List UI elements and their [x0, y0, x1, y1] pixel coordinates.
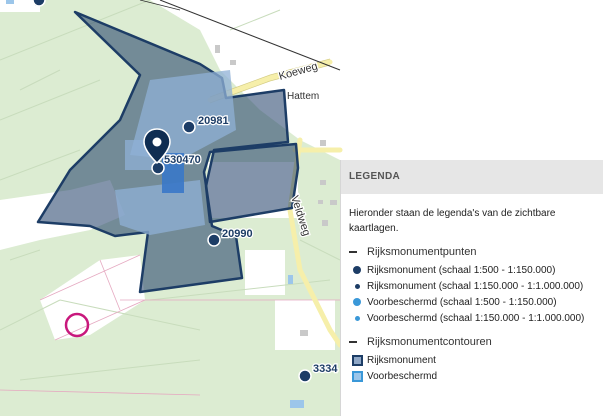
- legend-intro: Hieronder staan de legenda's van de zich…: [349, 208, 556, 234]
- legend-item-label: Rijksmonument (schaal 1:500 - 1:150.000): [367, 264, 556, 276]
- square-outline-icon: [351, 354, 363, 366]
- legend-item: Voorbeschermd: [341, 368, 603, 384]
- legend-item-label: Rijksmonument (schaal 1:150.000 - 1:1.00…: [367, 280, 584, 292]
- legend-item: Rijksmonument (schaal 1:150.000 - 1:1.00…: [341, 278, 603, 294]
- square-dashed-icon: [351, 370, 363, 382]
- legend-item: Rijksmonument: [341, 352, 603, 368]
- legend-title: LEGENDA: [341, 160, 603, 194]
- legend-item-label: Rijksmonument: [367, 354, 436, 366]
- legend-item: Voorbeschermd (schaal 1:500 - 1:150.000): [341, 294, 603, 310]
- legend-section-contours[interactable]: Rijksmonumentcontouren: [341, 326, 603, 352]
- dot-small-icon: [354, 315, 360, 321]
- dot-small-icon: [354, 283, 360, 289]
- legend-section-points[interactable]: Rijksmonumentpunten: [341, 236, 603, 262]
- collapse-icon[interactable]: [349, 341, 357, 343]
- place-label-hattem: Hattem: [287, 91, 319, 102]
- monument-label: 20981: [198, 115, 229, 127]
- dot-large-icon: [353, 298, 361, 306]
- legend-panel: LEGENDA Hieronder staan de legenda's van…: [340, 160, 603, 416]
- legend-item-label: Voorbeschermd: [367, 370, 438, 382]
- top-left-marker[interactable]: [32, 0, 46, 7]
- dot-large-icon: [353, 266, 361, 274]
- legend-item-label: Voorbeschermd (schaal 1:500 - 1:150.000): [367, 296, 557, 308]
- monument-label: 3334: [313, 363, 338, 375]
- legend-section-title: Rijksmonumentpunten: [367, 246, 477, 258]
- legend-item-label: Voorbeschermd (schaal 1:150.000 - 1:1.00…: [367, 312, 585, 324]
- legend-section-title: Rijksmonumentcontouren: [367, 336, 492, 348]
- collapse-icon[interactable]: [349, 251, 357, 253]
- legend-item: Voorbeschermd (schaal 1:150.000 - 1:1.00…: [341, 310, 603, 326]
- monument-label: 530470: [164, 154, 201, 166]
- monument-label: 20990: [222, 228, 253, 240]
- legend-item: Rijksmonument (schaal 1:500 - 1:150.000): [341, 262, 603, 278]
